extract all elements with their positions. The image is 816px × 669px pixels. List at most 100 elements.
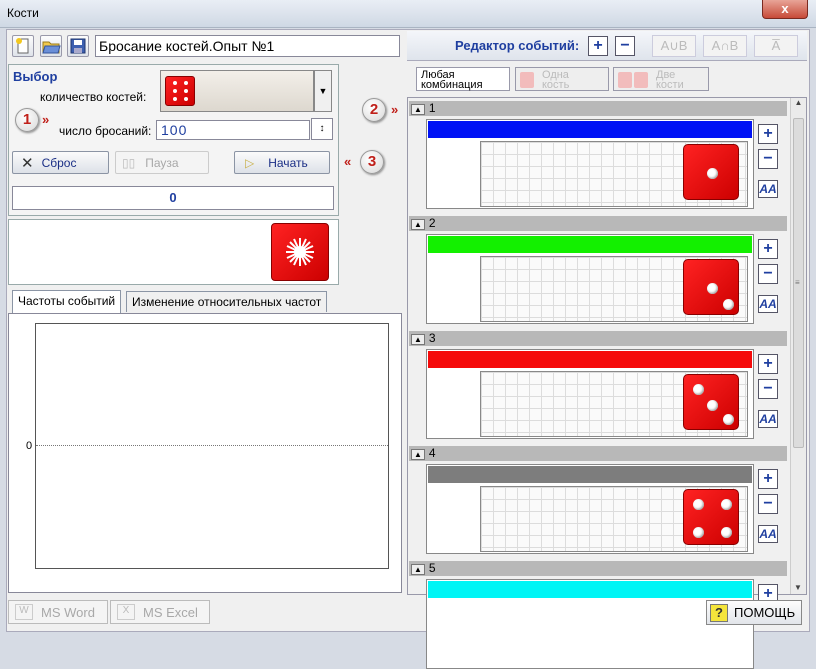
mode-two-line2: кости bbox=[656, 79, 684, 91]
event-color-bar[interactable] bbox=[428, 236, 752, 253]
event-plus-button[interactable]: + bbox=[758, 239, 778, 259]
collapse-toggle-icon[interactable]: ▲ bbox=[411, 104, 425, 115]
callout-2: 2 bbox=[362, 98, 386, 122]
callout-1-arrow: » bbox=[42, 112, 50, 127]
die-pip bbox=[706, 400, 718, 412]
throws-label: число бросаний: bbox=[59, 124, 152, 138]
ms-word-button[interactable]: W MS Word bbox=[8, 600, 108, 624]
die-face-3-icon bbox=[683, 374, 739, 430]
complement-button[interactable]: A̅ bbox=[754, 35, 798, 57]
callout-2-arrow: » bbox=[391, 102, 399, 117]
word-icon: W bbox=[15, 604, 33, 620]
window-title: Кости bbox=[7, 6, 39, 20]
collapse-toggle-icon[interactable]: ▲ bbox=[411, 334, 425, 345]
ms-excel-label: MS Excel bbox=[143, 604, 198, 620]
die-face-1-icon bbox=[683, 144, 739, 200]
remove-event-button[interactable]: − bbox=[615, 36, 635, 56]
event-minus-button[interactable]: − bbox=[758, 149, 778, 169]
pause-icon: ▯▯ bbox=[122, 155, 136, 170]
tab-relative-frequency-change[interactable]: Изменение относительных частот bbox=[126, 291, 328, 312]
throws-count-input[interactable]: 100 bbox=[156, 120, 310, 140]
open-folder-icon[interactable] bbox=[40, 35, 62, 57]
add-event-button[interactable]: + bbox=[588, 36, 608, 56]
pause-label: Пауза bbox=[145, 155, 179, 170]
event-minus-button[interactable]: − bbox=[758, 494, 778, 514]
event-number: 5 bbox=[428, 561, 436, 575]
die-pip bbox=[720, 498, 732, 510]
event-color-bar[interactable] bbox=[428, 466, 752, 483]
die-pip bbox=[692, 526, 704, 538]
event-plus-button[interactable]: + bbox=[758, 124, 778, 144]
ms-word-label: MS Word bbox=[41, 604, 95, 620]
choice-title: Выбор bbox=[13, 69, 58, 84]
mode-one-die[interactable]: Одна кость bbox=[515, 67, 609, 91]
event-plus-button[interactable]: + bbox=[758, 354, 778, 374]
event-number: 3 bbox=[428, 331, 436, 345]
die-face-4-icon bbox=[683, 489, 739, 545]
mode-any-line2: комбинация bbox=[421, 79, 483, 91]
event-editor-title: Редактор событий: bbox=[455, 38, 580, 53]
union-button[interactable]: A∪B bbox=[652, 35, 696, 57]
die-pip bbox=[692, 498, 704, 510]
experiment-name-field[interactable]: Бросание костей.Опыт №1 bbox=[95, 35, 400, 57]
close-button[interactable]: x bbox=[762, 0, 808, 19]
collapse-toggle-icon[interactable]: ▲ bbox=[411, 564, 425, 575]
die-pip bbox=[706, 167, 718, 179]
die-pip bbox=[692, 383, 704, 395]
events-scrollbar[interactable]: ▲ ≡ ▼ bbox=[790, 98, 806, 594]
dice-count-dropdown-arrow[interactable]: ▼ bbox=[314, 70, 332, 112]
rolling-die-icon bbox=[271, 223, 329, 281]
mode-any-combination[interactable]: Любая комбинация bbox=[416, 67, 510, 91]
zero-gridline bbox=[36, 445, 388, 446]
event-minus-button[interactable]: − bbox=[758, 379, 778, 399]
event-header: ▲ 5 bbox=[409, 561, 787, 576]
intersection-button[interactable]: A∩B bbox=[703, 35, 747, 57]
event-header: ▲ 4 bbox=[409, 446, 787, 461]
tab-event-frequencies[interactable]: Частоты событий bbox=[12, 290, 122, 313]
help-label: ПОМОЩЬ bbox=[734, 605, 796, 620]
font-style-icon[interactable]: AA bbox=[758, 525, 778, 543]
start-button[interactable]: ▷ Начать bbox=[234, 151, 330, 174]
frequency-chart bbox=[35, 323, 389, 569]
die-face-2-icon bbox=[683, 259, 739, 315]
save-disk-icon[interactable] bbox=[67, 35, 89, 57]
die-pip bbox=[723, 414, 735, 426]
cross-icon: ✕ bbox=[21, 154, 34, 172]
dice-count-label: количество костей: bbox=[40, 90, 147, 104]
one-die-icon bbox=[520, 72, 534, 88]
y-tick-label: 0 bbox=[26, 440, 33, 452]
event-number: 4 bbox=[428, 446, 436, 460]
reset-button[interactable]: ✕ Сброс bbox=[12, 151, 109, 174]
event-color-bar[interactable] bbox=[428, 121, 752, 138]
collapse-toggle-icon[interactable]: ▲ bbox=[411, 449, 425, 460]
callout-3: 3 bbox=[360, 150, 384, 174]
event-number: 2 bbox=[428, 216, 436, 230]
start-label: Начать bbox=[268, 155, 308, 170]
help-button[interactable]: ? ПОМОЩЬ bbox=[706, 600, 802, 625]
new-document-icon[interactable] bbox=[12, 35, 34, 57]
title-bar bbox=[0, 0, 816, 28]
event-color-bar[interactable] bbox=[428, 581, 752, 598]
event-header: ▲ 2 bbox=[409, 216, 787, 231]
event-plus-button[interactable]: + bbox=[758, 469, 778, 489]
throws-spinner-icon[interactable]: ↕ bbox=[311, 118, 333, 140]
die-pip bbox=[706, 282, 718, 294]
mode-two-dice[interactable]: Две кости bbox=[613, 67, 709, 91]
help-icon: ? bbox=[710, 603, 728, 622]
font-style-icon[interactable]: AA bbox=[758, 180, 778, 198]
event-header: ▲ 1 bbox=[409, 101, 787, 116]
mode-one-line2: кость bbox=[542, 79, 570, 91]
pause-button[interactable]: ▯▯ Пауза bbox=[115, 151, 209, 174]
callout-3-arrow: « bbox=[344, 154, 352, 169]
event-color-bar[interactable] bbox=[428, 351, 752, 368]
dice-count-select[interactable] bbox=[160, 70, 314, 112]
throw-counter: 0 bbox=[12, 186, 334, 210]
font-style-icon[interactable]: AA bbox=[758, 295, 778, 313]
collapse-toggle-icon[interactable]: ▲ bbox=[411, 219, 425, 230]
ms-excel-button[interactable]: X MS Excel bbox=[110, 600, 210, 624]
font-style-icon[interactable]: AA bbox=[758, 410, 778, 428]
die-pip bbox=[723, 299, 735, 311]
dice-six-icon bbox=[165, 76, 195, 106]
die-pip bbox=[720, 526, 732, 538]
event-minus-button[interactable]: − bbox=[758, 264, 778, 284]
